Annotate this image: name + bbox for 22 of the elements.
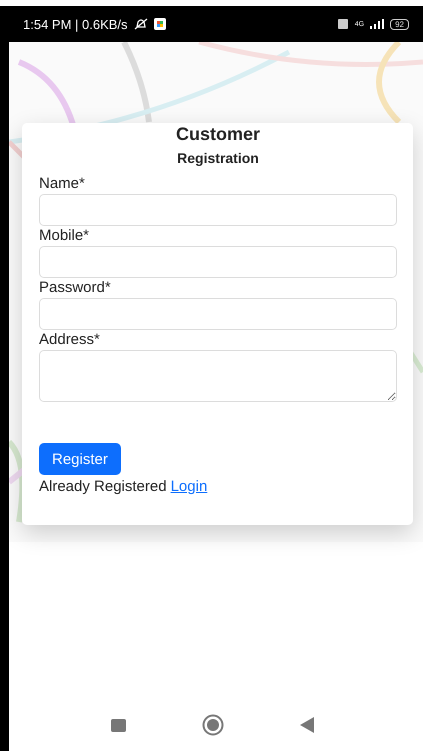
field-label: Name*: [39, 174, 86, 194]
battery-icon: 92: [390, 18, 409, 30]
login-link[interactable]: Login: [170, 478, 208, 495]
sim-icon: [336, 18, 349, 30]
signal-icon: [370, 19, 384, 29]
circle-icon[interactable]: [202, 714, 224, 736]
footer-text: Already Registered: [39, 478, 167, 495]
register-button[interactable]: Register: [39, 443, 121, 475]
status-time: 1:54 PM | 0.6KB/s: [23, 16, 128, 32]
password-field[interactable]: [39, 298, 397, 330]
muted-bell-icon: [134, 18, 148, 30]
field-label: Address*: [39, 330, 101, 350]
form-title: Customer: [174, 123, 261, 145]
address-field[interactable]: [39, 350, 397, 402]
app-icon: [154, 18, 166, 30]
field-label: Password*: [39, 278, 112, 298]
input-field[interactable]: [39, 246, 397, 278]
field-label: Mobile*: [39, 226, 90, 246]
form-subtitle: Registration: [176, 150, 260, 166]
input-field[interactable]: [39, 194, 397, 226]
square-icon[interactable]: [110, 718, 126, 732]
back-icon[interactable]: [300, 717, 314, 733]
